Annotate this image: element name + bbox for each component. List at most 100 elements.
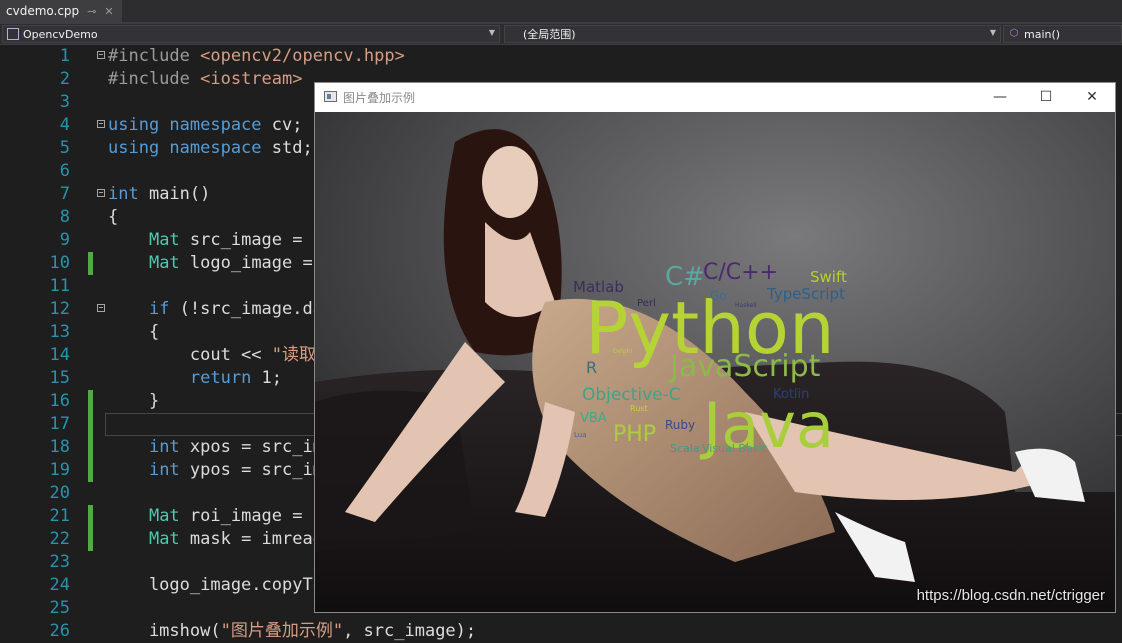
code-token: 1; — [251, 368, 283, 388]
code-token: return — [189, 368, 252, 388]
wordcloud-word: Scala — [670, 442, 700, 455]
change-marker — [88, 528, 93, 551]
code-text: using namespace cv; — [108, 114, 302, 137]
wordcloud-word: Ruby — [665, 418, 696, 432]
maximize-button[interactable]: ☐ — [1023, 83, 1069, 111]
line-number: 15 — [49, 368, 70, 388]
image-canvas: Python Java JavaScript C/C++ C# Matlab Swift Ty… — [315, 112, 1115, 612]
code-text: Mat mask = imread — [108, 528, 323, 551]
code-text: Mat src_image = i — [108, 229, 323, 252]
code-token: int — [108, 184, 139, 204]
pin-icon[interactable]: ⊸ — [87, 5, 96, 18]
wordcloud-word: Lua — [574, 431, 587, 439]
code-token: Mat — [148, 230, 180, 250]
code-token: cout << — [108, 345, 272, 365]
wordcloud-word: R — [586, 358, 598, 377]
change-marker — [88, 505, 93, 528]
code-token: "图片叠加示例" — [220, 621, 344, 641]
change-marker — [88, 390, 93, 413]
wordcloud-word: C/C++ — [703, 260, 779, 285]
function-icon: ⬡ — [1009, 28, 1019, 39]
wordcloud-word: Perl — [637, 298, 656, 309]
code-token: imshow( — [108, 621, 221, 641]
line-number: 10 — [49, 253, 70, 273]
code-token: Mat — [148, 529, 180, 549]
image-window: 图片叠加示例 — ☐ ✕ Python Java JavaScript C/C+… — [314, 82, 1116, 613]
code-token: if — [148, 299, 170, 319]
collapse-icon[interactable] — [97, 120, 105, 128]
change-marker — [88, 413, 93, 436]
line-number: 3 — [59, 92, 70, 112]
line-number: 23 — [49, 552, 70, 572]
wordcloud-word: Visual Basic — [702, 442, 768, 455]
navigation-bar: OpencvDemo ▼ (全局范围) ▼ ⬡ main() — [0, 24, 1122, 45]
close-tab-icon[interactable]: ✕ — [104, 5, 113, 18]
line-number: 1 — [59, 46, 70, 66]
code-text: { — [108, 321, 159, 344]
code-text: cout << "读取 — [108, 344, 316, 367]
line-number: 17 — [49, 414, 70, 434]
code-token: Mat — [148, 253, 180, 273]
line-number: 24 — [49, 575, 70, 595]
line-number: 8 — [59, 207, 70, 227]
code-token: roi_image = s — [179, 506, 323, 526]
line-number: 2 — [59, 69, 70, 89]
wordcloud-word: Delphi — [613, 348, 633, 355]
tab-cvdemo[interactable]: cvdemo.cpp ⊸ ✕ — [0, 0, 122, 22]
tab-strip: cvdemo.cpp ⊸ ✕ — [0, 0, 1122, 24]
chevron-down-icon: ▼ — [989, 28, 996, 37]
code-text: if (!src_image.da — [108, 298, 323, 321]
code-token: ypos = src_im — [179, 460, 323, 480]
wordcloud-word: Haskell — [735, 302, 757, 309]
project-icon — [7, 28, 19, 40]
code-line[interactable]: 26 imshow("图片叠加示例", src_image); — [0, 620, 1122, 643]
window-app-icon — [324, 91, 337, 102]
project-dropdown[interactable]: OpencvDemo ▼ — [2, 25, 500, 43]
change-marker — [88, 252, 93, 275]
line-number: 19 — [49, 460, 70, 480]
line-number: 16 — [49, 391, 70, 411]
line-number: 5 — [59, 138, 70, 158]
collapse-icon[interactable] — [97, 51, 105, 59]
code-token: std; — [261, 138, 313, 158]
wordcloud-word: TypeScript — [767, 285, 845, 303]
tab-title: cvdemo.cpp — [6, 4, 80, 18]
collapse-icon[interactable] — [97, 189, 105, 197]
collapse-icon[interactable] — [97, 304, 105, 312]
line-number: 9 — [59, 230, 70, 250]
line-number: 14 — [49, 345, 70, 365]
member-dropdown[interactable]: ⬡ main() — [1003, 25, 1122, 43]
code-text: Mat logo_image = — [108, 252, 323, 275]
scope-name: (全局范围) — [523, 28, 576, 41]
member-name: main() — [1024, 27, 1061, 41]
code-token: logo_image.copyTo — [108, 575, 323, 595]
code-token: } — [108, 391, 160, 411]
wordcloud-word: VBA — [580, 411, 607, 426]
code-token: <iostream> — [200, 69, 303, 89]
line-number: 12 — [49, 299, 70, 319]
code-text: #include <opencv2/opencv.hpp> — [108, 45, 405, 68]
code-text: #include <iostream> — [108, 68, 302, 91]
code-token: (!src_image.da — [169, 299, 323, 319]
code-token: { — [108, 207, 119, 227]
code-line[interactable]: 1 #include <opencv2/opencv.hpp> — [0, 45, 1122, 68]
wordcloud-word: Matlab — [573, 278, 624, 296]
chevron-down-icon: ▼ — [488, 28, 495, 37]
code-token: int — [148, 437, 180, 457]
line-number: 20 — [49, 483, 70, 503]
close-window-button[interactable]: ✕ — [1069, 83, 1115, 111]
code-token: mask = imread — [179, 529, 323, 549]
code-text: return 1; — [108, 367, 282, 390]
minimize-button[interactable]: — — [977, 83, 1023, 111]
code-text: Mat roi_image = s — [108, 505, 323, 528]
line-number: 22 — [49, 529, 70, 549]
wordcloud-word: Rust — [630, 404, 648, 413]
scope-dropdown[interactable]: (全局范围) ▼ — [504, 25, 1001, 43]
window-titlebar[interactable]: 图片叠加示例 — ☐ ✕ — [315, 83, 1115, 111]
